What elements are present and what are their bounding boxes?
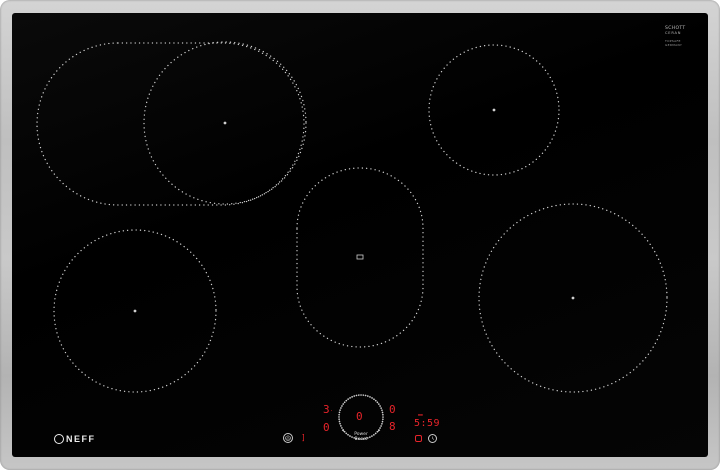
zone-marker-back-left — [223, 121, 227, 125]
zone-marker-front-right — [571, 296, 575, 300]
level-display-center[interactable]: 0 — [356, 411, 363, 422]
clock-timer-icon[interactable] — [428, 434, 437, 443]
schott-ceran-certificate: SCHOTT CERAN TOPSAFE GERMANY — [665, 26, 705, 47]
level-display-back-right[interactable]: 0 — [389, 404, 396, 415]
level-display-front-right[interactable]: 8 — [389, 421, 396, 432]
timer-display: 5:59 — [414, 418, 441, 429]
neff-logo-mark-icon — [54, 434, 64, 444]
powerboost-label-line2: Boost — [354, 437, 368, 442]
neff-logo-text: NEFF — [66, 434, 96, 444]
timer-indicator: ▬▬ — [418, 412, 423, 417]
wifi-icon — [285, 426, 291, 441]
cooking-zones — [36, 41, 668, 440]
neff-logo: NEFF — [54, 433, 96, 445]
level-indicator-dot: . — [330, 407, 334, 413]
flex-zone-outline — [36, 42, 305, 206]
zone-center-outline — [296, 167, 424, 348]
timer-select-button[interactable] — [415, 435, 422, 442]
zone-marker-front-left — [133, 309, 137, 313]
cert-line-3b: GERMANY — [665, 43, 683, 47]
child-lock-indicator: ] — [301, 433, 306, 442]
cert-line-2: CERAN — [665, 31, 682, 35]
powerboost-label[interactable]: Power Boost — [349, 432, 373, 442]
zone-center-pot-icon — [356, 254, 364, 260]
level-display-front-left[interactable]: 0 — [323, 422, 330, 433]
zone-marker-back-right — [492, 108, 496, 112]
